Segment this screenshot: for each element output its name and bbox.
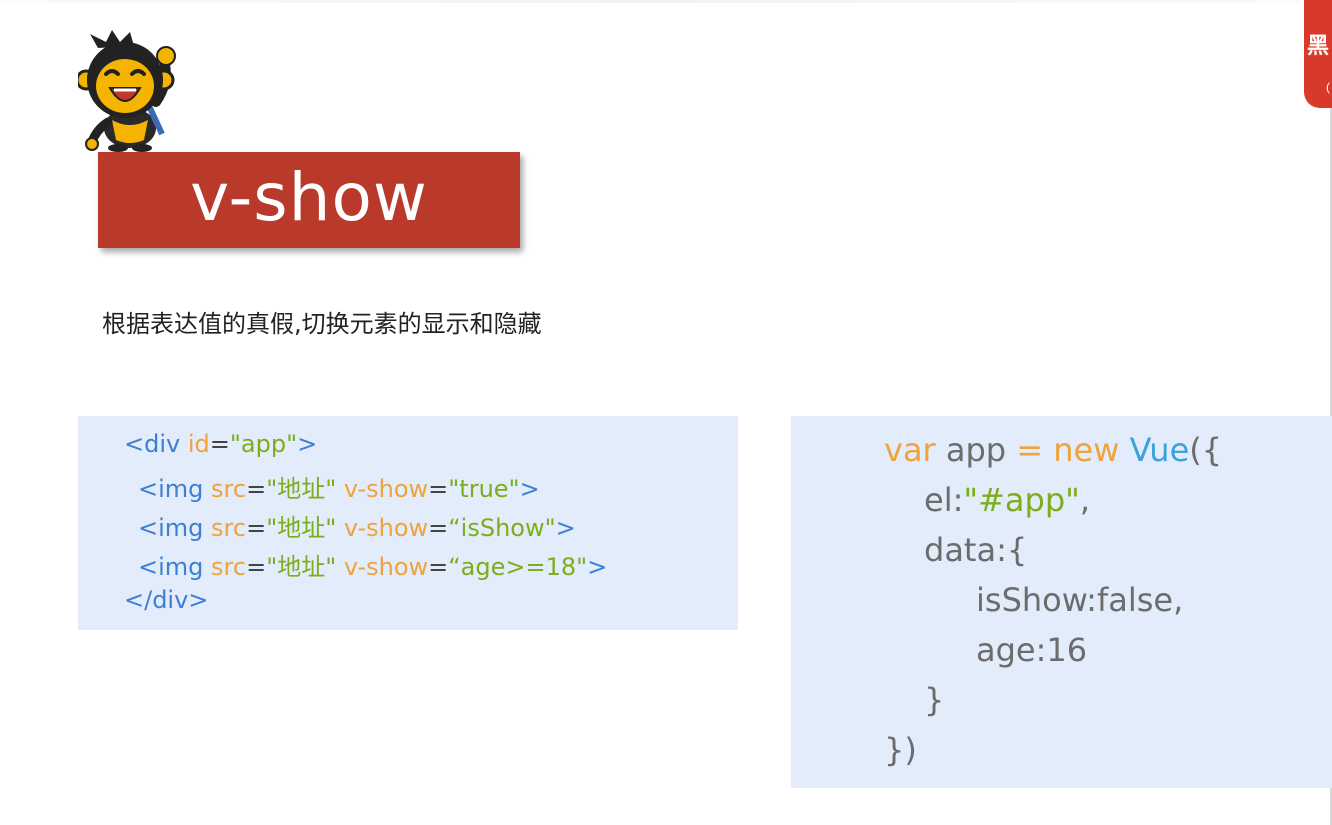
code-token: <div [124,430,188,458]
code-token: = [428,475,449,503]
code-line-5: age:16 [976,631,1088,669]
code-token: src [211,553,247,581]
code-line-3: <img src="地址" v-show=“isShow"> [138,508,576,543]
code-token: = [246,514,267,542]
code-line-2: <img src="地址" v-show="true"> [138,469,540,504]
brand-badge-label: 黑 [1307,34,1330,59]
code-token: var [884,431,936,469]
slide-title-banner: v-show [98,152,520,248]
code-token: ({ [1189,431,1223,469]
code-token: el: [924,481,964,519]
code-token: > [587,553,608,581]
monkey-mascot-icon [75,30,188,152]
brand-badge-sub: ( [1326,80,1330,94]
code-line-1: var app = new Vue({ [884,431,1222,469]
code-token: "#app" [963,481,1080,519]
code-token: "app" [229,430,298,458]
code-token: id [187,430,210,458]
code-token: > [297,430,318,458]
top-divider [0,0,1300,3]
code-token: app [935,431,1017,469]
code-line-1: <div id="app"> [124,430,317,458]
code-token: <img [138,475,212,503]
code-token: = [428,514,449,542]
code-token: > [519,475,540,503]
code-token: = [246,553,267,581]
code-token: v-show [336,514,429,542]
code-token: src [211,475,247,503]
code-line-6: } [924,681,945,719]
js-code-block: var app = new Vue({ el:"#app", data:{ is… [791,416,1332,788]
code-token: “age>=18" [448,553,588,581]
code-token: > [555,514,576,542]
code-line-3: data:{ [924,531,1028,569]
code-token: = [246,475,267,503]
code-line-5: </div> [124,586,209,614]
code-token: "地址" [266,475,337,503]
code-token: = [428,553,449,581]
code-token: "地址" [266,553,337,581]
code-line-4: isShow:false, [976,581,1184,619]
code-token: src [211,514,247,542]
slide-subtitle: 根据表达值的真假,切换元素的显示和隐藏 [102,310,542,338]
code-token: = [209,430,230,458]
code-token: <img [138,553,212,581]
code-token: "地址" [266,514,337,542]
code-token: = [1016,431,1044,469]
code-token: new [1043,431,1130,469]
code-line-2: el:"#app", [924,481,1090,519]
slide-title: v-show [190,158,428,236]
brand-badge: 黑 ( [1304,0,1332,108]
code-line-4: <img src="地址" v-show=“age>=18"> [138,547,607,582]
code-token: v-show [336,553,429,581]
code-token: “isShow" [448,514,556,542]
code-token: "true" [448,475,520,503]
code-token: , [1079,481,1091,519]
code-line-7: }) [884,731,917,769]
code-token: <img [138,514,212,542]
code-token: v-show [336,475,429,503]
code-token: Vue [1129,431,1190,469]
html-code-block: <div id="app"> <img src="地址" v-show="tru… [78,416,738,630]
